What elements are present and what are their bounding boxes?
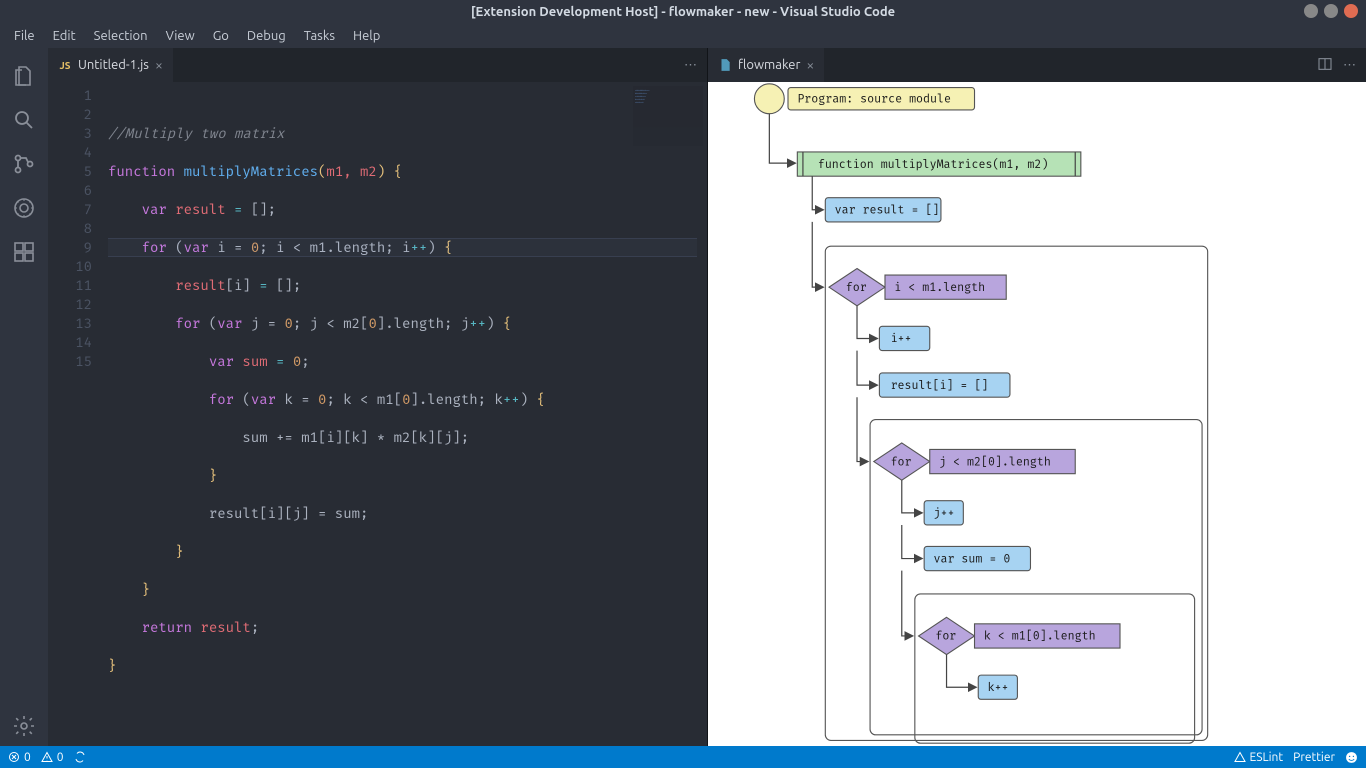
- svg-text:j++: j++: [933, 507, 954, 521]
- js-file-icon: JS: [58, 58, 72, 72]
- editor-group-right: flowmaker × ⋯: [708, 48, 1366, 746]
- menu-tasks[interactable]: Tasks: [296, 27, 343, 45]
- tab-close-icon[interactable]: ×: [155, 57, 163, 73]
- window-titlebar: [Extension Development Host] - flowmaker…: [0, 0, 1366, 24]
- menu-view[interactable]: View: [158, 27, 203, 45]
- activity-search-icon[interactable]: [0, 100, 48, 140]
- activity-bar: [0, 48, 48, 746]
- flow-function-label: function multiplyMatrices(m1, m2): [818, 158, 1048, 172]
- status-warnings[interactable]: 0: [41, 751, 64, 764]
- svg-text:j < m2[0].length: j < m2[0].length: [939, 455, 1051, 469]
- preview-file-icon: [718, 58, 732, 72]
- svg-text:for: for: [935, 630, 956, 644]
- flow-for-k-container: [915, 594, 1195, 743]
- svg-text:var sum = 0: var sum = 0: [933, 552, 1010, 566]
- menubar: File Edit Selection View Go Debug Tasks …: [0, 24, 1366, 48]
- main-area: JS Untitled-1.js × ⋯ 1 2 3 4 5 6 7: [0, 48, 1366, 746]
- menu-help[interactable]: Help: [345, 27, 388, 45]
- editor-group-left: JS Untitled-1.js × ⋯ 1 2 3 4 5 6 7: [48, 48, 708, 746]
- status-errors[interactable]: 0: [8, 751, 31, 764]
- tab-label: Untitled-1.js: [78, 58, 149, 72]
- menu-edit[interactable]: Edit: [45, 27, 84, 45]
- activity-files-icon[interactable]: [0, 56, 48, 96]
- svg-text:var result = []: var result = []: [835, 203, 940, 217]
- flow-for-i-container: [825, 246, 1207, 740]
- svg-text:k < m1[0].length: k < m1[0].length: [984, 630, 1096, 644]
- editor-area: JS Untitled-1.js × ⋯ 1 2 3 4 5 6 7: [48, 48, 1366, 746]
- line-number-gutter: 1 2 3 4 5 6 7 8 9 10 11 12 13 14 15: [48, 82, 108, 746]
- svg-text:result[i] = []: result[i] = []: [891, 379, 989, 393]
- flowchart-preview[interactable]: Program: source module function multiply…: [708, 82, 1366, 746]
- status-eslint[interactable]: ESLint: [1234, 751, 1284, 764]
- flow-program-label: Program: source module: [797, 93, 951, 107]
- activity-extensions-icon[interactable]: [0, 232, 48, 272]
- split-editor-icon[interactable]: [1317, 56, 1333, 75]
- status-sync-icon[interactable]: [74, 751, 86, 763]
- tab-flowmaker[interactable]: flowmaker ×: [708, 48, 824, 82]
- maximize-icon[interactable]: [1324, 4, 1338, 18]
- activity-git-icon[interactable]: [0, 144, 48, 184]
- menu-go[interactable]: Go: [205, 27, 237, 45]
- menu-selection[interactable]: Selection: [86, 27, 156, 45]
- window-controls: [1304, 4, 1358, 18]
- svg-text:i++: i++: [891, 332, 912, 346]
- status-prettier[interactable]: Prettier: [1293, 751, 1335, 764]
- menu-debug[interactable]: Debug: [239, 27, 294, 45]
- code-editor[interactable]: 1 2 3 4 5 6 7 8 9 10 11 12 13 14 15 //Mu…: [48, 82, 707, 746]
- tab-untitled-js[interactable]: JS Untitled-1.js ×: [48, 48, 173, 82]
- tab-label: flowmaker: [738, 58, 800, 72]
- svg-text:for: for: [891, 455, 912, 469]
- tabbar-right: flowmaker × ⋯: [708, 48, 1366, 82]
- svg-text:i < m1.length: i < m1.length: [894, 281, 985, 295]
- code-content[interactable]: //Multiply two matrix function multiplyM…: [108, 82, 707, 746]
- svg-text:k++: k++: [988, 681, 1009, 695]
- svg-text:for: for: [846, 281, 867, 295]
- activity-debug-icon[interactable]: [0, 188, 48, 228]
- editor-more-icon[interactable]: ⋯: [684, 58, 697, 73]
- tab-close-icon[interactable]: ×: [806, 57, 814, 73]
- editor-more-icon[interactable]: ⋯: [1343, 58, 1356, 73]
- close-icon[interactable]: [1344, 4, 1358, 18]
- tabbar-left: JS Untitled-1.js × ⋯: [48, 48, 707, 82]
- status-feedback-icon[interactable]: [1345, 751, 1358, 764]
- window-title: [Extension Development Host] - flowmaker…: [471, 5, 895, 19]
- minimap[interactable]: ▂▃▃▂▃▃▃▂▃▂▂▂▃▃▂▃▃▃▂▃▂▂▂▂▃▂▃▃▂▂▂▃▂▂▃▂▃▂▃▂…: [633, 86, 703, 146]
- flow-start-circle: [754, 84, 784, 114]
- activity-settings-icon[interactable]: [0, 706, 48, 746]
- statusbar: 0 0 ESLint Prettier: [0, 746, 1366, 768]
- minimize-icon[interactable]: [1304, 4, 1318, 18]
- menu-file[interactable]: File: [6, 27, 43, 45]
